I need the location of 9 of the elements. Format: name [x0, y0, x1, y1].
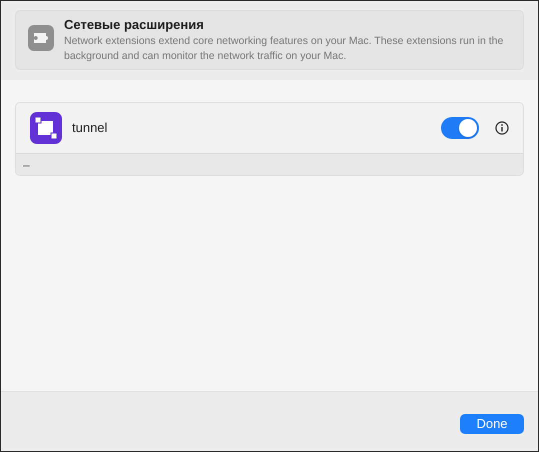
header-title: Сетевые расширения — [64, 16, 205, 34]
header-description: Network extensions extend core networking features on your Mac. These extensions run in the background and can monitor the network traffic on your Mac. — [64, 34, 504, 64]
puzzle-icon — [28, 25, 54, 51]
done-button[interactable]: Done — [460, 414, 524, 434]
toggle-switch[interactable] — [441, 117, 479, 139]
info-icon[interactable] — [495, 121, 509, 135]
remove-button[interactable]: – — [22, 158, 31, 170]
extension-name: tunnel — [72, 119, 108, 138]
app-icon — [30, 112, 62, 144]
